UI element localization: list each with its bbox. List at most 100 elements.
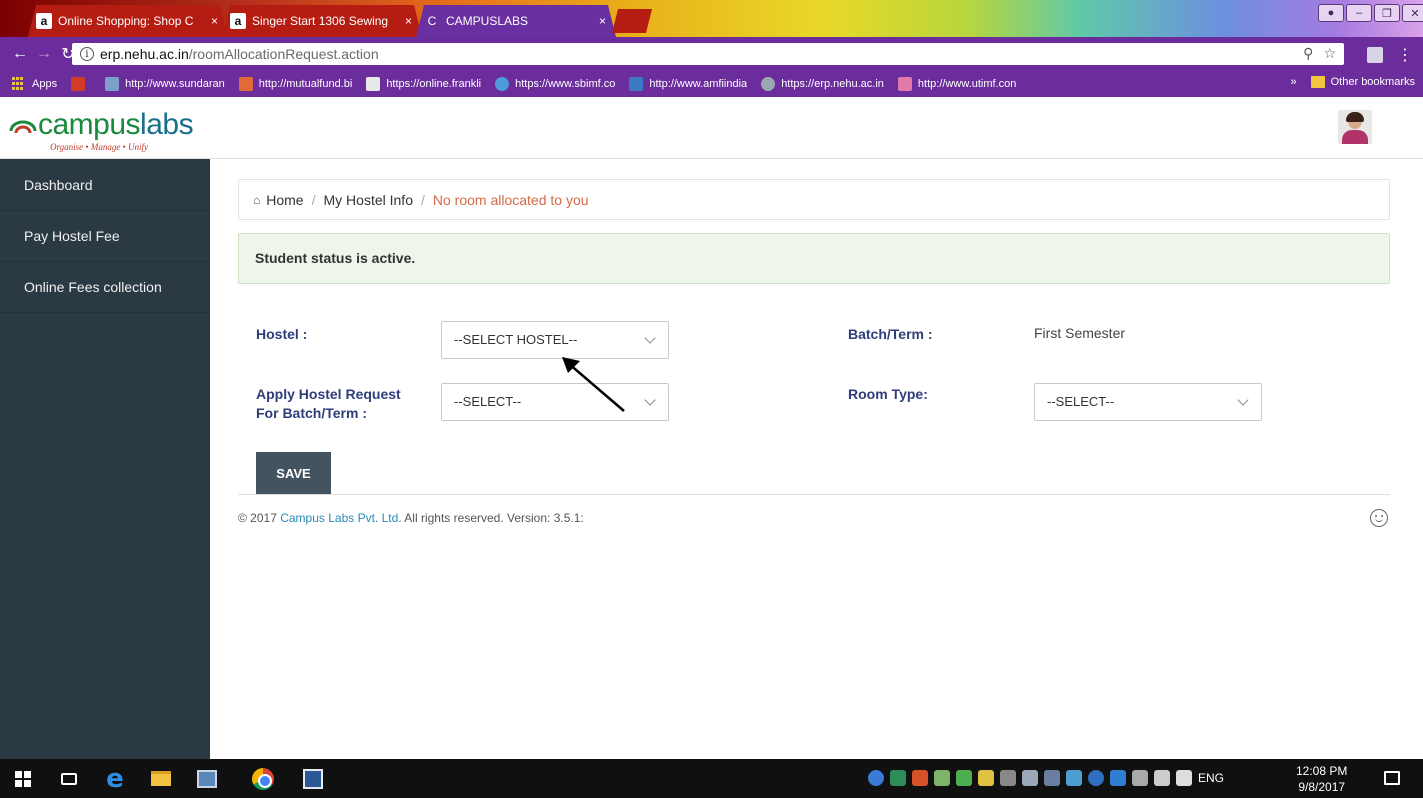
usb-icon[interactable] [1000, 770, 1016, 786]
bookmark-item[interactable]: http://www.utimf.con [897, 77, 1016, 91]
system-tray: ENG [868, 770, 1224, 786]
clock-time: 12:08 PM [1296, 764, 1348, 778]
chevron-down-icon [644, 332, 656, 344]
feedback-smiley-icon[interactable] [1370, 509, 1388, 527]
room-type-select[interactable]: --SELECT-- [1034, 383, 1262, 421]
start-button[interactable] [0, 759, 46, 798]
browser-tab-singer-sewing[interactable]: a Singer Start 1306 Sewing × [222, 5, 422, 37]
sidebar-item-dashboard[interactable]: Dashboard [0, 159, 210, 211]
clock[interactable]: 12:08 PM 9/8/2017 [1296, 763, 1347, 795]
tools-icon[interactable] [912, 770, 928, 786]
extension-icon[interactable] [1367, 47, 1383, 63]
save-button[interactable]: SAVE [256, 452, 331, 494]
bookmark-label: http://www.amfiindia [649, 78, 748, 90]
network-taskbar-button[interactable] [184, 759, 230, 798]
app-tray-icon[interactable] [1066, 770, 1082, 786]
campuslabs-icon: C [427, 14, 437, 28]
avatar[interactable] [1338, 110, 1372, 144]
sidebar-item-pay-hostel-fee[interactable]: Pay Hostel Fee [0, 211, 210, 262]
bookmark-item[interactable]: http://www.amfiindia [629, 77, 747, 91]
bookmark-label: http://www.sundaran [125, 78, 225, 90]
zoom-icon[interactable]: ⚲ [1303, 45, 1313, 62]
bookmark-item[interactable]: http://mutualfund.bi [238, 77, 352, 91]
close-icon[interactable]: × [211, 14, 218, 28]
window-close-icon[interactable]: ✕ [1402, 4, 1423, 22]
campuslabs-logo[interactable]: campuslabs Organise • Manage • Unify [8, 109, 194, 152]
bookmark-item[interactable]: https://www.sbimf.co [495, 77, 615, 91]
bookmark-favicon [629, 77, 644, 91]
wifi-icon[interactable] [1154, 770, 1170, 786]
url-path: /roomAllocationRequest.action [188, 46, 379, 62]
close-icon[interactable]: × [599, 14, 606, 28]
menu-icon[interactable]: ⋮ [1397, 45, 1413, 65]
footer-company-link[interactable]: Campus Labs Pvt. Ltd. [280, 511, 401, 525]
main-content: ⌂ Home / My Hostel Info / No room alloca… [210, 159, 1423, 759]
task-view-button[interactable] [46, 759, 92, 798]
update-icon[interactable] [934, 770, 950, 786]
other-bookmarks-folder[interactable]: Other bookmarks [1310, 76, 1415, 89]
annotation-arrow-icon [562, 357, 625, 412]
restore-icon[interactable]: ❐ [1374, 4, 1400, 22]
chevron-down-icon [1237, 394, 1249, 406]
bookmark-favicon [761, 77, 776, 91]
close-icon[interactable]: × [405, 14, 412, 28]
hostel-select[interactable]: --SELECT HOSTEL-- [441, 321, 669, 359]
tab-title: Singer Start 1306 Sewing [252, 14, 389, 28]
edge-taskbar-button[interactable]: e [92, 759, 138, 798]
bookmarks-overflow-button[interactable]: » [1291, 76, 1297, 88]
volume-icon[interactable] [1176, 770, 1192, 786]
bookmark-favicon [366, 77, 381, 91]
language-indicator[interactable]: ENG [1198, 771, 1224, 785]
bookmark-apps[interactable]: Apps [12, 77, 57, 91]
new-tab-button[interactable] [612, 9, 652, 33]
bookmark-item[interactable]: http://www.sundaran [105, 77, 225, 91]
browser-tab-amazon-shopping[interactable]: a Online Shopping: Shop C × [28, 5, 228, 37]
bookmark-favicon [105, 77, 120, 91]
vpn-icon[interactable] [978, 770, 994, 786]
chrome-taskbar-button[interactable] [240, 759, 286, 798]
bookmark-label: https://online.frankli [386, 78, 482, 90]
word-taskbar-button[interactable] [290, 759, 336, 798]
bookmark-star-icon[interactable]: ☆ [1323, 45, 1336, 62]
bluetooth-icon[interactable] [1022, 770, 1038, 786]
signal-icon[interactable] [1110, 770, 1126, 786]
display-icon[interactable] [1044, 770, 1060, 786]
file-explorer-taskbar-button[interactable] [138, 759, 184, 798]
bookmarks-bar: Apps http://www.sundaran http://mutualfu… [0, 71, 1423, 97]
bookmark-favicon [238, 77, 253, 91]
notification-center-icon[interactable] [1384, 771, 1400, 785]
teamviewer-icon[interactable] [1088, 770, 1104, 786]
bookmark-item[interactable]: https://online.frankli [366, 77, 481, 91]
bookmark-item[interactable]: https://erp.nehu.ac.in [761, 77, 884, 91]
status-alert: Student status is active. [238, 233, 1390, 284]
security-icon[interactable] [890, 770, 906, 786]
apply-batch-term-select[interactable]: --SELECT-- [441, 383, 669, 421]
checkmark-icon[interactable] [956, 770, 972, 786]
chevron-down-icon [644, 394, 656, 406]
sidebar-item-label: Online Fees collection [24, 279, 162, 295]
forward-icon[interactable]: → [32, 45, 56, 63]
address-bar[interactable]: i erp.nehu.ac.in/roomAllocationRequest.a… [72, 43, 1344, 65]
minimize-icon[interactable]: – [1346, 4, 1372, 22]
sidebar-item-online-fees-collection[interactable]: Online Fees collection [0, 262, 210, 313]
tab-title: CAMPUSLABS [446, 14, 529, 28]
network-app-icon [197, 769, 217, 788]
apps-grid-icon [12, 77, 26, 91]
footer: © 2017 Campus Labs Pvt. Ltd. All rights … [238, 511, 584, 525]
browser-toolbar: ← → ↻ i erp.nehu.ac.in/roomAllocationReq… [0, 37, 1423, 71]
help-icon[interactable] [868, 770, 884, 786]
bookmark-item[interactable] [71, 77, 91, 91]
word-icon [303, 768, 323, 789]
browser-tab-campuslabs[interactable]: C CAMPUSLABS × [416, 5, 616, 37]
back-icon[interactable]: ← [8, 45, 32, 63]
site-info-icon[interactable]: i [80, 47, 94, 61]
other-bookmarks-label: Other bookmarks [1330, 76, 1415, 88]
breadcrumb-separator: / [311, 191, 316, 208]
footer-copyright: © 2017 [238, 511, 281, 525]
breadcrumb-my-hostel-info-link[interactable]: My Hostel Info [324, 192, 413, 208]
user-profile-icon[interactable]: ● [1318, 4, 1344, 22]
room-type-select-value: --SELECT-- [1047, 394, 1115, 409]
breadcrumb-current: No room allocated to you [432, 191, 589, 208]
breadcrumb-home-link[interactable]: Home [266, 192, 303, 208]
battery-icon[interactable] [1132, 770, 1148, 786]
